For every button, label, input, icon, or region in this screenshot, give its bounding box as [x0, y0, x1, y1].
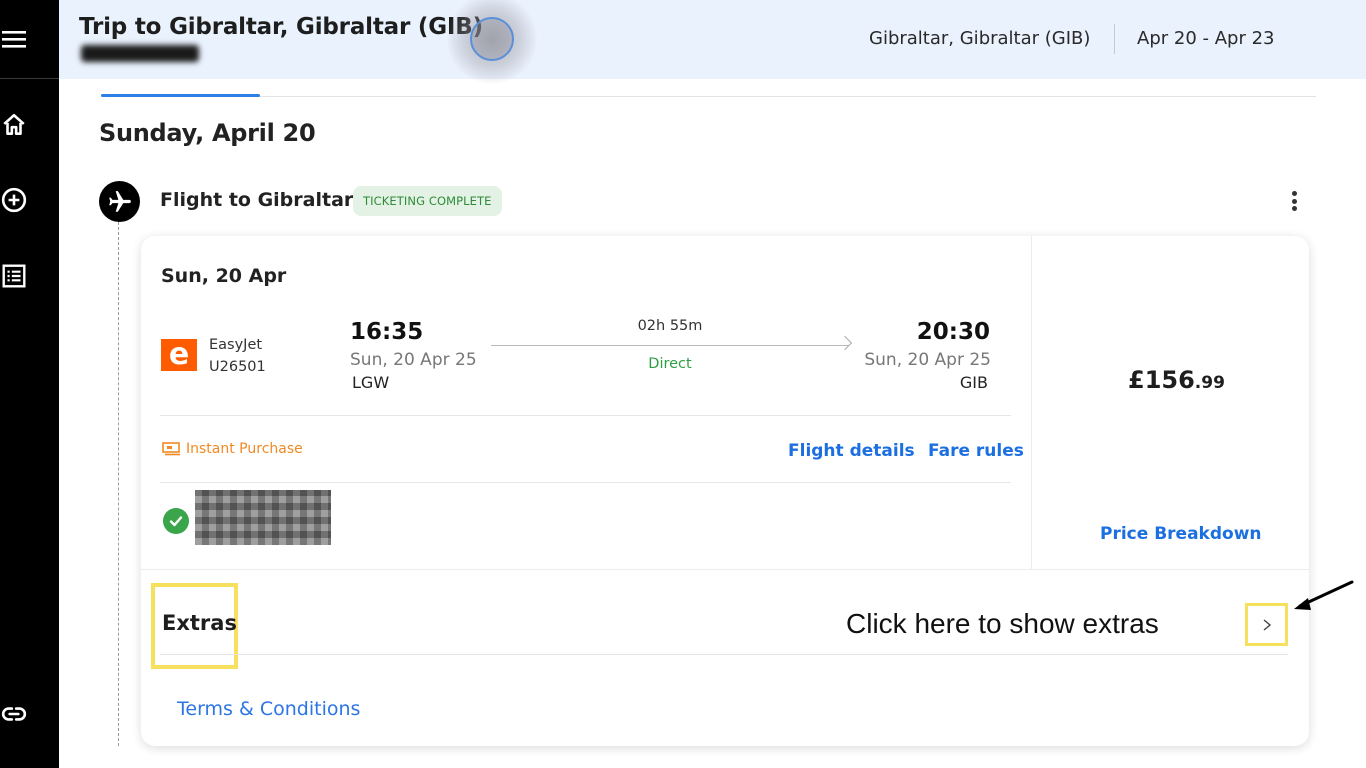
- arrival-airport: GIB: [959, 373, 988, 392]
- more-options-button[interactable]: [1284, 188, 1304, 214]
- departure-date: Sun, 20 Apr 25: [350, 350, 477, 370]
- flight-price: £156.99: [1128, 366, 1225, 394]
- flight-stops: Direct: [648, 356, 692, 372]
- price-divider: [1031, 236, 1032, 570]
- arrival-date: Sun, 20 Apr 25: [864, 350, 991, 370]
- list-icon: [2, 264, 25, 288]
- fare-rules-link[interactable]: Fare rules: [928, 441, 1024, 461]
- home-icon: [2, 113, 25, 135]
- nav-add[interactable]: [0, 180, 43, 220]
- add-circle-icon: [1, 187, 26, 213]
- more-vertical-icon: [1291, 191, 1297, 196]
- price-breakdown-link[interactable]: Price Breakdown: [1100, 524, 1262, 544]
- side-nav: [0, 0, 59, 768]
- trip-title: Trip to Gibraltar, Gibraltar (GIB): [79, 14, 483, 40]
- departure-time: 16:35: [350, 319, 424, 345]
- flight-title: Flight to Gibraltar: [160, 189, 354, 211]
- tab-active-indicator[interactable]: [101, 94, 260, 97]
- tab-bar: [101, 96, 1316, 97]
- flight-duration: 02h 55m: [637, 318, 703, 334]
- card-divider: [141, 569, 1309, 570]
- status-badge: TICKETING COMPLETE: [353, 186, 502, 216]
- ticket-icon: [162, 442, 180, 456]
- flight-marker: [99, 181, 140, 222]
- inner-divider: [160, 482, 1011, 483]
- segment-date: Sun, 20 Apr: [161, 265, 287, 287]
- terms-conditions-link[interactable]: Terms & Conditions: [177, 698, 360, 720]
- header-destination: Gibraltar, Gibraltar (GIB): [869, 28, 1091, 49]
- nav-link[interactable]: [0, 694, 43, 734]
- nav-list[interactable]: [0, 256, 43, 296]
- route-line: [491, 345, 849, 346]
- inner-divider: [160, 415, 1011, 416]
- arrival-time: 20:30: [916, 319, 990, 345]
- timeline-line: [118, 222, 119, 746]
- menu-icon: [2, 31, 26, 48]
- nav-home[interactable]: [0, 105, 43, 145]
- easyjet-logo-icon: e: [161, 339, 197, 371]
- loading-spinner-icon: [470, 17, 514, 61]
- airline-name: EasyJet: [209, 337, 263, 353]
- price-cents: .99: [1194, 373, 1225, 393]
- menu-button[interactable]: [0, 0, 59, 79]
- header-dates: Apr 20 - Apr 23: [1137, 28, 1275, 49]
- flight-details-link[interactable]: Flight details: [788, 441, 915, 461]
- extras-label: Extras: [162, 611, 237, 635]
- trip-reference-redacted: [81, 45, 199, 62]
- annotation-text: Click here to show extras: [846, 608, 1159, 639]
- traveller-name-redacted: [195, 490, 331, 545]
- header-separator: [1114, 24, 1115, 54]
- extras-divider: [160, 654, 1288, 655]
- flight-number: U26501: [209, 359, 266, 375]
- trip-header: Trip to Gibraltar, Gibraltar (GIB) Gibra…: [59, 0, 1366, 84]
- extras-expand-button[interactable]: [1245, 603, 1288, 646]
- check-circle-icon: [163, 508, 189, 534]
- day-heading: Sunday, April 20: [99, 119, 316, 147]
- instant-purchase-tag: Instant Purchase: [162, 441, 303, 457]
- instant-purchase-label: Instant Purchase: [186, 441, 303, 457]
- link-icon: [1, 707, 26, 721]
- departure-airport: LGW: [352, 373, 390, 392]
- airplane-icon: [108, 190, 131, 212]
- annotation-arrow-icon: [1294, 580, 1354, 610]
- chevron-right-icon: [1263, 618, 1271, 631]
- price-main: £156: [1128, 366, 1195, 394]
